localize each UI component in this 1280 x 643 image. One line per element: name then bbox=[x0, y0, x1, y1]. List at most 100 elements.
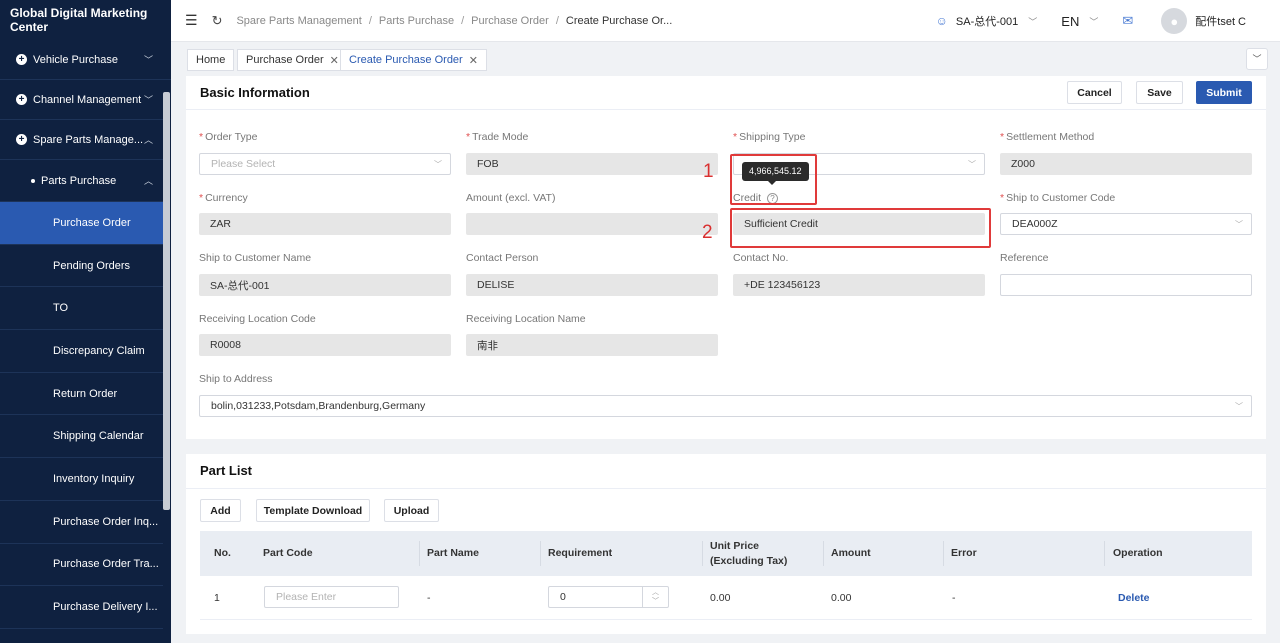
sidebar-item-to[interactable]: TO bbox=[0, 287, 171, 331]
part-name-value: - bbox=[427, 592, 431, 604]
top-header: ☰ ↻ Spare Parts Management / Parts Purch… bbox=[171, 0, 1280, 42]
trade-mode-field: FOB bbox=[466, 153, 718, 175]
breadcrumb-separator: / bbox=[555, 14, 559, 27]
sidebar-item-channel-management[interactable]: + Channel Management ﹀ bbox=[0, 80, 171, 120]
column-header: Requirement bbox=[548, 547, 613, 559]
cancel-button[interactable]: Cancel bbox=[1067, 81, 1122, 104]
breadcrumb-item[interactable]: Parts Purchase bbox=[379, 15, 454, 27]
section-title: Part List bbox=[200, 463, 253, 478]
amount-field bbox=[466, 213, 718, 235]
row-divider bbox=[200, 619, 1252, 620]
trade-mode-label: * Trade Mode bbox=[466, 131, 529, 143]
unit-price-value: 0.00 bbox=[710, 592, 731, 604]
amount-value: 0.00 bbox=[831, 592, 852, 604]
sidebar-item-purchase-order[interactable]: Purchase Order bbox=[0, 202, 171, 245]
placeholder-text: Please Enter bbox=[276, 591, 337, 603]
sidebar-item-purchase-order-tracking[interactable]: Purchase Order Tra... bbox=[0, 544, 171, 587]
chevron-up-icon: ︿ bbox=[143, 176, 153, 186]
sidebar: Global Digital Marketing Center + Vehicl… bbox=[0, 0, 171, 643]
app-title: Global Digital Marketing Center bbox=[0, 0, 171, 40]
breadcrumb-item[interactable]: Purchase Order bbox=[471, 15, 549, 27]
avatar[interactable]: ● bbox=[1161, 8, 1188, 34]
sidebar-item-spare-parts-management[interactable]: + Spare Parts Manage... ︿ bbox=[0, 120, 171, 160]
part-code-input[interactable]: Please Enter bbox=[264, 586, 399, 608]
language-selector[interactable]: EN bbox=[1061, 14, 1079, 29]
sidebar-item-label: Channel Management bbox=[33, 93, 142, 106]
tab-create-purchase-order[interactable]: Create Purchase Order ✕ bbox=[340, 49, 487, 71]
receiving-location-name-field: 南非 bbox=[466, 334, 718, 356]
ship-to-address-select[interactable]: bolin,031233,Potsdam,Brandenburg,Germany… bbox=[199, 395, 1252, 417]
receiving-location-code-label: Receiving Location Code bbox=[199, 313, 316, 325]
tab-home[interactable]: Home bbox=[187, 49, 235, 71]
chevron-down-icon: ﹀ bbox=[1235, 220, 1243, 229]
shipping-type-label: * Shipping Type bbox=[733, 131, 806, 143]
breadcrumb-separator: / bbox=[368, 14, 372, 27]
column-separator bbox=[702, 541, 703, 566]
tab-purchase-order[interactable]: Purchase Order ✕ bbox=[237, 49, 348, 71]
person-icon: ☺ bbox=[935, 14, 948, 28]
ship-to-customer-code-select[interactable]: DEA000Z ﹀ bbox=[1000, 213, 1252, 235]
bullet-icon bbox=[31, 178, 35, 183]
breadcrumb-item[interactable]: Spare Parts Management bbox=[236, 15, 361, 27]
account-selector[interactable]: SA-总代-001 bbox=[956, 13, 1018, 29]
receiving-location-code-field: R0008 bbox=[199, 334, 451, 356]
sidebar-item-pending-orders[interactable]: Pending Orders bbox=[0, 245, 171, 288]
contact-no-field: +DE 123456123 bbox=[733, 274, 985, 296]
tabs-dropdown-button[interactable]: ﹀ bbox=[1246, 48, 1268, 70]
mail-icon[interactable]: ✉ bbox=[1122, 13, 1133, 29]
chevron-down-icon: ﹀ bbox=[143, 55, 153, 65]
sidebar-item-inventory-inquiry[interactable]: Inventory Inquiry bbox=[0, 458, 171, 501]
order-type-select[interactable]: Please Select ﹀ bbox=[199, 153, 451, 175]
chevron-down-icon: ﹀ bbox=[1235, 402, 1243, 411]
delete-link[interactable]: Delete bbox=[1118, 592, 1150, 604]
reference-input[interactable] bbox=[1000, 274, 1252, 296]
sidebar-item-label: Spare Parts Manage... bbox=[33, 133, 144, 146]
refresh-icon[interactable]: ↻ bbox=[212, 13, 223, 29]
basic-information-card: Basic Information Cancel Save Submit * Or… bbox=[186, 76, 1266, 439]
column-header: No. bbox=[214, 547, 231, 559]
chevron-down-icon[interactable]: ﹀ bbox=[1089, 15, 1098, 28]
sidebar-item-purchase-order-inquiry[interactable]: Purchase Order Inq... bbox=[0, 501, 171, 544]
sidebar-item-return-order[interactable]: Return Order bbox=[0, 373, 171, 416]
contact-person-label: Contact Person bbox=[466, 252, 539, 264]
order-type-label: * Order Type bbox=[199, 131, 258, 143]
chevron-down-icon: ﹀ bbox=[143, 95, 153, 105]
plus-circle-icon: + bbox=[16, 94, 27, 105]
annotation-highlight-1 bbox=[730, 154, 817, 205]
column-header: Operation bbox=[1113, 547, 1163, 559]
sidebar-item-vehicle-purchase[interactable]: + Vehicle Purchase ﹀ bbox=[0, 40, 171, 80]
sidebar-item-shipping-calendar[interactable]: Shipping Calendar bbox=[0, 415, 171, 459]
close-icon[interactable]: ✕ bbox=[469, 54, 478, 67]
breadcrumb: Spare Parts Management / Parts Purchase … bbox=[236, 15, 672, 27]
breadcrumb-separator: / bbox=[461, 14, 465, 27]
contact-no-label: Contact No. bbox=[733, 252, 789, 264]
sidebar-scrollbar[interactable] bbox=[163, 92, 170, 510]
save-button[interactable]: Save bbox=[1136, 81, 1183, 104]
user-name[interactable]: 配件tset C bbox=[1195, 13, 1246, 29]
stepper-arrows-icon[interactable]: ︿ ﹀ bbox=[642, 587, 668, 607]
upload-button[interactable]: Upload bbox=[384, 499, 439, 522]
ship-to-customer-name-label: Ship to Customer Name bbox=[199, 252, 312, 264]
template-download-button[interactable]: Template Download bbox=[256, 499, 370, 522]
row-number: 1 bbox=[214, 592, 220, 604]
reference-label: Reference bbox=[1000, 252, 1049, 264]
divider bbox=[186, 488, 1266, 489]
menu-toggle-icon[interactable]: ☰ bbox=[185, 12, 198, 29]
submit-button[interactable]: Submit bbox=[1196, 81, 1252, 104]
divider bbox=[186, 109, 1266, 110]
sidebar-item-discrepancy-claim[interactable]: Discrepancy Claim bbox=[0, 330, 171, 373]
add-button[interactable]: Add bbox=[200, 499, 241, 522]
chevron-down-icon[interactable]: ﹀ bbox=[1028, 15, 1037, 28]
column-separator bbox=[823, 541, 824, 566]
column-header: Part Code bbox=[263, 547, 313, 559]
sidebar-submenu-parts-purchase[interactable]: Parts Purchase ︿ bbox=[0, 160, 171, 202]
ship-to-customer-code-label: * Ship to Customer Code bbox=[1000, 192, 1116, 204]
sidebar-item-purchase-delivery[interactable]: Purchase Delivery I... bbox=[0, 586, 171, 629]
requirement-value: 0 bbox=[560, 591, 566, 603]
requirement-stepper[interactable]: 0 ︿ ﹀ bbox=[548, 586, 669, 608]
header-right: ☺ SA-总代-001 ﹀ EN ﹀ ✉ ● 配件tset C bbox=[936, 0, 1280, 42]
close-icon[interactable]: ✕ bbox=[330, 54, 339, 67]
settlement-method-label: * Settlement Method bbox=[1000, 131, 1095, 143]
placeholder-text: Please Select bbox=[211, 158, 276, 170]
amount-label: Amount (excl. VAT) bbox=[466, 192, 556, 204]
